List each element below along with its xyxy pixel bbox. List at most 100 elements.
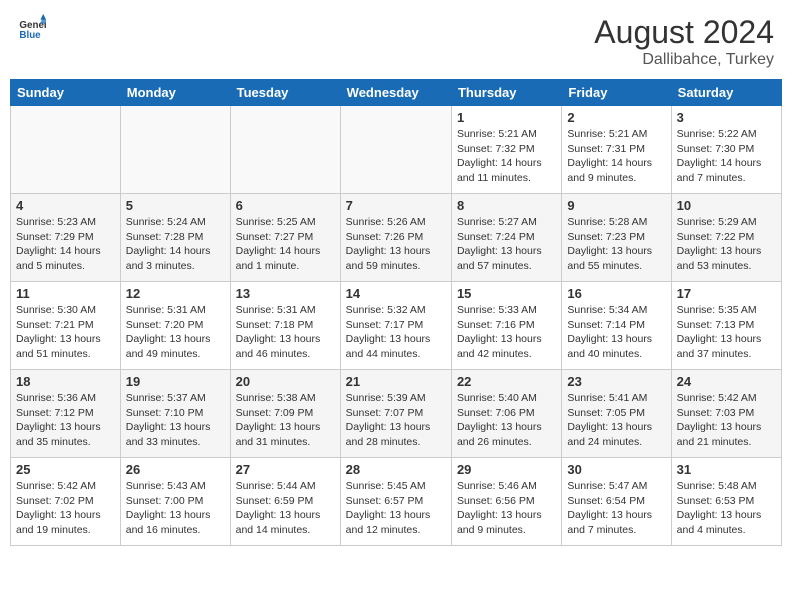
day-number: 17	[677, 286, 776, 301]
calendar-cell-w3-d2: 12 Sunrise: 5:31 AMSunset: 7:20 PMDayligh…	[120, 282, 230, 370]
col-sunday: Sunday	[11, 80, 121, 106]
calendar-cell-w3-d5: 15Sunrise: 5:33 AMSunset: 7:16 PMDayligh…	[451, 282, 561, 370]
day-number: 19	[126, 374, 225, 389]
day-info: Sunrise: 5:31 AMSunset: 7:20 PMDaylight:…	[126, 303, 225, 362]
calendar-cell-w2-d6: 9 Sunrise: 5:28 AMSunset: 7:23 PMDaylight…	[562, 194, 671, 282]
day-number: 24	[677, 374, 776, 389]
day-info: Sunrise: 5:24 AMSunset: 7:28 PMDaylight:…	[126, 215, 225, 274]
week-row-2: 4 Sunrise: 5:23 AMSunset: 7:29 PMDaylight…	[11, 194, 782, 282]
day-number: 30	[567, 462, 665, 477]
calendar-cell-w3-d6: 16 Sunrise: 5:34 AMSunset: 7:14 PMDayligh…	[562, 282, 671, 370]
calendar-cell-w1-d1	[11, 106, 121, 194]
day-number: 25	[16, 462, 115, 477]
calendar-cell-w2-d2: 5 Sunrise: 5:24 AMSunset: 7:28 PMDaylight…	[120, 194, 230, 282]
day-number: 22	[457, 374, 556, 389]
day-info: Sunrise: 5:28 AMSunset: 7:23 PMDaylight:…	[567, 215, 665, 274]
day-info: Sunrise: 5:40 AMSunset: 7:06 PMDaylight:…	[457, 391, 556, 450]
week-row-5: 25 Sunrise: 5:42 AMSunset: 7:02 PMDayligh…	[11, 458, 782, 546]
calendar-cell-w2-d4: 7 Sunrise: 5:26 AMSunset: 7:26 PMDaylight…	[340, 194, 451, 282]
calendar-cell-w4-d1: 18Sunrise: 5:36 AMSunset: 7:12 PMDayligh…	[11, 370, 121, 458]
calendar-cell-w3-d1: 11 Sunrise: 5:30 AMSunset: 7:21 PMDayligh…	[11, 282, 121, 370]
calendar-cell-w3-d4: 14Sunrise: 5:32 AMSunset: 7:17 PMDayligh…	[340, 282, 451, 370]
day-number: 9	[567, 198, 665, 213]
day-number: 4	[16, 198, 115, 213]
day-number: 29	[457, 462, 556, 477]
day-info: Sunrise: 5:27 AMSunset: 7:24 PMDaylight:…	[457, 215, 556, 274]
subtitle: Dallibahce, Turkey	[594, 51, 774, 69]
week-row-4: 18Sunrise: 5:36 AMSunset: 7:12 PMDayligh…	[11, 370, 782, 458]
day-number: 7	[346, 198, 446, 213]
calendar-table: Sunday Monday Tuesday Wednesday Thursday…	[10, 79, 782, 546]
day-number: 18	[16, 374, 115, 389]
calendar-cell-w1-d5: 1 Sunrise: 5:21 AMSunset: 7:32 PMDaylight…	[451, 106, 561, 194]
col-tuesday: Tuesday	[230, 80, 340, 106]
day-number: 23	[567, 374, 665, 389]
col-friday: Friday	[562, 80, 671, 106]
col-monday: Monday	[120, 80, 230, 106]
calendar-cell-w5-d6: 30 Sunrise: 5:47 AMSunset: 6:54 PMDayligh…	[562, 458, 671, 546]
title-section: August 2024 Dallibahce, Turkey	[594, 14, 774, 69]
day-number: 31	[677, 462, 776, 477]
main-title: August 2024	[594, 14, 774, 51]
calendar-cell-w1-d7: 3Sunrise: 5:22 AMSunset: 7:30 PMDaylight…	[671, 106, 781, 194]
day-number: 28	[346, 462, 446, 477]
day-number: 6	[236, 198, 335, 213]
day-number: 8	[457, 198, 556, 213]
day-info: Sunrise: 5:42 AMSunset: 7:03 PMDaylight:…	[677, 391, 776, 450]
calendar-cell-w4-d4: 21 Sunrise: 5:39 AMSunset: 7:07 PMDayligh…	[340, 370, 451, 458]
day-info: Sunrise: 5:30 AMSunset: 7:21 PMDaylight:…	[16, 303, 115, 362]
day-number: 2	[567, 110, 665, 125]
day-number: 5	[126, 198, 225, 213]
calendar-cell-w5-d5: 29Sunrise: 5:46 AMSunset: 6:56 PMDayligh…	[451, 458, 561, 546]
calendar-cell-w5-d7: 31 Sunrise: 5:48 AMSunset: 6:53 PMDayligh…	[671, 458, 781, 546]
day-number: 1	[457, 110, 556, 125]
calendar-cell-w4-d2: 19Sunrise: 5:37 AMSunset: 7:10 PMDayligh…	[120, 370, 230, 458]
day-info: Sunrise: 5:21 AMSunset: 7:31 PMDaylight:…	[567, 127, 665, 186]
day-number: 13	[236, 286, 335, 301]
week-row-1: 1 Sunrise: 5:21 AMSunset: 7:32 PMDaylight…	[11, 106, 782, 194]
day-info: Sunrise: 5:21 AMSunset: 7:32 PMDaylight:…	[457, 127, 556, 186]
day-info: Sunrise: 5:34 AMSunset: 7:14 PMDaylight:…	[567, 303, 665, 362]
calendar-cell-w1-d3	[230, 106, 340, 194]
calendar-cell-w5-d2: 26 Sunrise: 5:43 AMSunset: 7:00 PMDayligh…	[120, 458, 230, 546]
day-info: Sunrise: 5:41 AMSunset: 7:05 PMDaylight:…	[567, 391, 665, 450]
calendar-cell-w5-d1: 25 Sunrise: 5:42 AMSunset: 7:02 PMDayligh…	[11, 458, 121, 546]
calendar-cell-w4-d7: 24 Sunrise: 5:42 AMSunset: 7:03 PMDayligh…	[671, 370, 781, 458]
day-number: 21	[346, 374, 446, 389]
calendar-cell-w4-d3: 20Sunrise: 5:38 AMSunset: 7:09 PMDayligh…	[230, 370, 340, 458]
day-info: Sunrise: 5:42 AMSunset: 7:02 PMDaylight:…	[16, 479, 115, 538]
day-info: Sunrise: 5:43 AMSunset: 7:00 PMDaylight:…	[126, 479, 225, 538]
day-number: 26	[126, 462, 225, 477]
day-info: Sunrise: 5:29 AMSunset: 7:22 PMDaylight:…	[677, 215, 776, 274]
calendar-cell-w1-d6: 2 Sunrise: 5:21 AMSunset: 7:31 PMDaylight…	[562, 106, 671, 194]
day-info: Sunrise: 5:39 AMSunset: 7:07 PMDaylight:…	[346, 391, 446, 450]
day-number: 12	[126, 286, 225, 301]
logo: General Blue	[18, 14, 46, 42]
day-info: Sunrise: 5:26 AMSunset: 7:26 PMDaylight:…	[346, 215, 446, 274]
calendar-cell-w5-d3: 27Sunrise: 5:44 AMSunset: 6:59 PMDayligh…	[230, 458, 340, 546]
calendar-cell-w5-d4: 28 Sunrise: 5:45 AMSunset: 6:57 PMDayligh…	[340, 458, 451, 546]
day-info: Sunrise: 5:33 AMSunset: 7:16 PMDaylight:…	[457, 303, 556, 362]
day-info: Sunrise: 5:47 AMSunset: 6:54 PMDaylight:…	[567, 479, 665, 538]
calendar-cell-w3-d3: 13Sunrise: 5:31 AMSunset: 7:18 PMDayligh…	[230, 282, 340, 370]
calendar-cell-w2-d3: 6 Sunrise: 5:25 AMSunset: 7:27 PMDaylight…	[230, 194, 340, 282]
day-number: 27	[236, 462, 335, 477]
calendar-header-row: Sunday Monday Tuesday Wednesday Thursday…	[11, 80, 782, 106]
day-info: Sunrise: 5:25 AMSunset: 7:27 PMDaylight:…	[236, 215, 335, 274]
day-info: Sunrise: 5:38 AMSunset: 7:09 PMDaylight:…	[236, 391, 335, 450]
col-saturday: Saturday	[671, 80, 781, 106]
day-info: Sunrise: 5:45 AMSunset: 6:57 PMDaylight:…	[346, 479, 446, 538]
calendar-cell-w2-d1: 4 Sunrise: 5:23 AMSunset: 7:29 PMDaylight…	[11, 194, 121, 282]
calendar-cell-w3-d7: 17Sunrise: 5:35 AMSunset: 7:13 PMDayligh…	[671, 282, 781, 370]
day-info: Sunrise: 5:32 AMSunset: 7:17 PMDaylight:…	[346, 303, 446, 362]
day-info: Sunrise: 5:48 AMSunset: 6:53 PMDaylight:…	[677, 479, 776, 538]
calendar-cell-w1-d2	[120, 106, 230, 194]
day-number: 11	[16, 286, 115, 301]
day-info: Sunrise: 5:23 AMSunset: 7:29 PMDaylight:…	[16, 215, 115, 274]
svg-text:Blue: Blue	[19, 30, 41, 41]
logo-icon: General Blue	[18, 14, 46, 42]
calendar-cell-w4-d5: 22 Sunrise: 5:40 AMSunset: 7:06 PMDayligh…	[451, 370, 561, 458]
day-number: 16	[567, 286, 665, 301]
calendar-cell-w2-d5: 8 Sunrise: 5:27 AMSunset: 7:24 PMDaylight…	[451, 194, 561, 282]
day-number: 10	[677, 198, 776, 213]
